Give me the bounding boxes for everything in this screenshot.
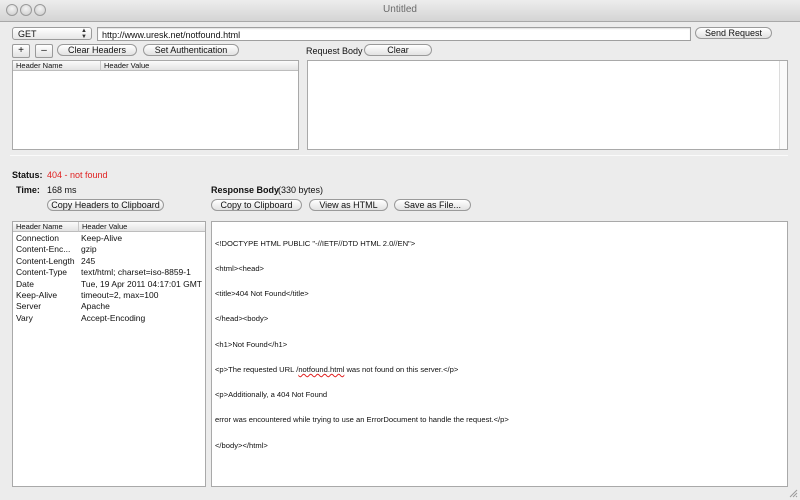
request-col-header-value[interactable]: Header Value [101, 61, 298, 71]
method-value: GET [18, 29, 37, 39]
table-row[interactable]: Connection Keep-Alive [13, 233, 205, 244]
code-line: <h1>Not Found</h1> [215, 339, 288, 349]
header-value-cell: Keep-Alive [81, 233, 123, 243]
table-row[interactable]: Vary Accept-Encoding [13, 313, 205, 324]
split-divider[interactable] [10, 155, 788, 156]
time-label: Time: [16, 185, 40, 195]
request-body-scrollbar[interactable] [779, 61, 787, 149]
header-value-cell: Accept-Encoding [81, 312, 146, 323]
code-fragment: was not found on this server.</p> [344, 364, 459, 374]
response-body-size: (330 bytes) [278, 185, 324, 195]
request-col-header-name[interactable]: Header Name [13, 61, 101, 71]
status-label: Status: [12, 170, 43, 180]
code-line: </head><body> [215, 314, 269, 324]
table-row[interactable]: Content-Enc... gzip [13, 244, 205, 255]
header-name-cell: Date [16, 278, 34, 289]
code-line: <title>404 Not Found</title> [215, 289, 309, 299]
code-line: <!DOCTYPE HTML PUBLIC "-//IETF//DTD HTML… [215, 238, 416, 248]
table-row[interactable]: Date Tue, 19 Apr 2011 04:17:01 GMT [13, 279, 205, 290]
url-value: http://www.uresk.net/notfound.html [102, 30, 241, 40]
copy-to-clipboard-button[interactable]: Copy to Clipboard [211, 199, 302, 211]
table-row[interactable]: Content-Length 245 [13, 256, 205, 267]
resize-grip-icon[interactable] [788, 488, 798, 498]
header-name-cell: Content-Type [16, 267, 68, 278]
request-body-textarea[interactable] [307, 60, 788, 150]
code-line: <p>The requested URL /notfound.html was … [215, 364, 509, 374]
request-headers-table[interactable]: Header Name Header Value [12, 60, 299, 150]
header-value-cell: text/html; charset=iso-8859-1 [81, 267, 191, 278]
code-line: </body></html> [215, 440, 268, 450]
code-line: error was encountered while trying to us… [215, 415, 509, 425]
response-body-textarea[interactable]: <!DOCTYPE HTML PUBLIC "-//IETF//DTD HTML… [211, 221, 788, 487]
table-row[interactable]: Server Apache [13, 301, 205, 312]
response-body-content: <!DOCTYPE HTML PUBLIC "-//IETF//DTD HTML… [215, 223, 509, 467]
table-row[interactable]: Content-Type text/html; charset=iso-8859… [13, 267, 205, 278]
updown-arrows-icon: ▲ ▼ [81, 28, 87, 40]
header-value-cell: timeout=2, max=100 [81, 290, 159, 300]
header-name-cell: Connection [16, 233, 60, 243]
code-fragment: <p>The requested URL / [215, 364, 299, 374]
response-col-header-name[interactable]: Header Name [13, 222, 79, 232]
clear-body-button[interactable]: Clear [364, 44, 432, 56]
send-request-button[interactable]: Send Request [695, 27, 772, 39]
view-as-html-button[interactable]: View as HTML [309, 199, 388, 211]
method-select[interactable]: GET ▲ ▼ [12, 27, 92, 40]
copy-headers-button[interactable]: Copy Headers to Clipboard [47, 199, 164, 211]
header-name-cell: Server [16, 301, 42, 312]
header-value-cell: 245 [81, 255, 96, 266]
response-headers-table[interactable]: Header Name Header Value Connection Keep… [12, 221, 206, 487]
spelling-error: notfound.html [298, 364, 345, 374]
header-name-cell: Content-Enc... [16, 244, 71, 255]
clear-headers-button[interactable]: Clear Headers [57, 44, 137, 56]
set-authentication-button[interactable]: Set Authentication [143, 44, 239, 56]
header-name-cell: Content-Length [16, 255, 75, 266]
add-header-button[interactable]: + [12, 44, 30, 58]
header-value-cell: gzip [81, 244, 97, 255]
response-body-label: Response Body [211, 185, 280, 195]
save-as-file-button[interactable]: Save as File... [394, 199, 471, 211]
window-title: Untitled [383, 4, 417, 15]
response-col-header-value[interactable]: Header Value [79, 222, 205, 232]
remove-header-button[interactable]: – [35, 44, 53, 58]
time-value: 168 ms [47, 185, 77, 195]
header-value-cell: Tue, 19 Apr 2011 04:17:01 GMT [81, 278, 202, 289]
status-value: 404 - not found [47, 170, 108, 180]
code-line: <p>Additionally, a 404 Not Found [215, 390, 328, 400]
header-name-cell: Keep-Alive [16, 290, 58, 300]
url-input[interactable]: http://www.uresk.net/notfound.html [97, 27, 691, 41]
header-name-cell: Vary [16, 312, 33, 323]
header-value-cell: Apache [81, 301, 110, 312]
code-line: <html><head> [215, 264, 264, 274]
request-body-label: Request Body [306, 46, 363, 56]
table-row[interactable]: Keep-Alive timeout=2, max=100 [13, 290, 205, 301]
